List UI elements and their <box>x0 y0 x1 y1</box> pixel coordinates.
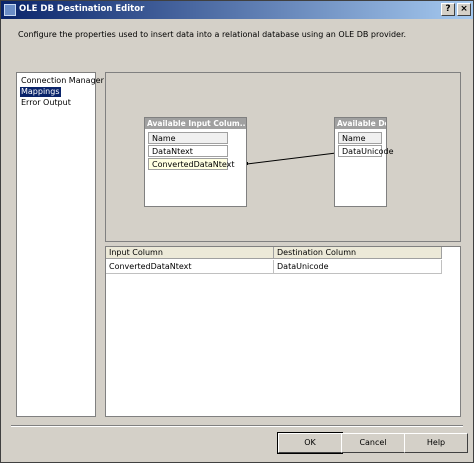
mapping-line[interactable] <box>246 152 337 165</box>
help-button[interactable]: Help <box>404 433 468 453</box>
app-icon <box>4 4 16 16</box>
input-column-datantext[interactable]: DataNtext <box>148 145 228 157</box>
description-text: Configure the properties used to insert … <box>18 30 407 39</box>
nav-item-connection-manager[interactable]: Connection Manager <box>20 76 105 86</box>
input-name-header: Name <box>148 132 228 144</box>
title-help-button[interactable]: ? <box>441 3 455 16</box>
ok-button[interactable]: OK <box>277 432 343 454</box>
dest-name-header: Name <box>338 132 382 144</box>
nav-item-mappings[interactable]: Mappings <box>20 87 61 97</box>
mapping-designer[interactable]: Available Input Colum... Name DataNtext … <box>105 72 461 242</box>
nav-item-error-output[interactable]: Error Output <box>20 98 72 108</box>
available-input-columns-box[interactable]: Available Input Colum... Name DataNtext … <box>144 117 247 207</box>
page-list: Connection Manager Mappings Error Output <box>16 72 104 417</box>
dest-box-title: Available Destin... <box>335 118 386 129</box>
grid-cell-input[interactable]: ConvertedDataNtext <box>106 260 274 274</box>
title-bar[interactable]: OLE DB Destination Editor ? × <box>1 1 473 19</box>
input-box-title: Available Input Colum... <box>145 118 246 129</box>
dest-column-dataunicode[interactable]: DataUnicode <box>338 145 394 157</box>
window-title: OLE DB Destination Editor <box>19 4 145 14</box>
dialog-window: OLE DB Destination Editor ? × Configure … <box>0 0 474 463</box>
input-column-converteddatantext[interactable]: ConvertedDataNtext <box>148 158 235 170</box>
separator <box>11 425 463 427</box>
grid-header-input-column[interactable]: Input Column <box>106 247 274 259</box>
close-icon[interactable]: × <box>457 3 471 16</box>
grid-cell-destination[interactable]: DataUnicode <box>274 260 442 274</box>
grid-header-destination-column[interactable]: Destination Column <box>274 247 442 259</box>
cancel-button[interactable]: Cancel <box>341 433 405 453</box>
available-destination-columns-box[interactable]: Available Destin... Name DataUnicode <box>334 117 394 207</box>
mapping-grid[interactable]: Input Column Destination Column Converte… <box>105 246 461 417</box>
